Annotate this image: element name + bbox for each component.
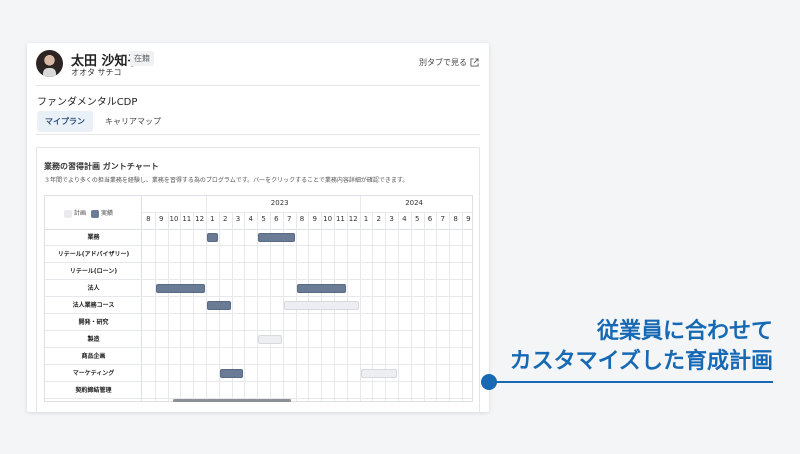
year-label: 2024 — [405, 199, 424, 207]
row-label: 開発・研究 — [78, 319, 109, 326]
callout-pointer-line — [489, 381, 773, 383]
month-label: 8 — [299, 215, 305, 223]
legend: 計画 実績 — [64, 208, 113, 218]
row-label: 契約締結管理 — [75, 387, 112, 394]
month-label: 10 — [169, 215, 179, 223]
month-label: 12 — [195, 215, 205, 223]
month-label: 3 — [389, 215, 394, 223]
month-label: 4 — [402, 215, 407, 223]
program-title: ファンダメンタルCDP — [37, 97, 138, 108]
month-label: 11 — [335, 215, 345, 223]
month-label: 5 — [261, 215, 266, 223]
tab-my-plan[interactable]: マイプラン — [37, 111, 93, 132]
month-label: 5 — [414, 215, 420, 223]
row-label: 法人業務コース — [72, 302, 115, 309]
actual-bar[interactable] — [219, 369, 244, 378]
gantt-title: 業務の習得計画 ガントチャート — [44, 162, 159, 171]
row-label: 商品企画 — [81, 353, 106, 360]
plan-bar[interactable] — [283, 301, 359, 310]
gantt-description: ３年間でより多くの担当業務を経験し、業務を習得する為のプログラムです。バーをクリ… — [44, 177, 409, 184]
external-link-icon — [470, 58, 479, 67]
status-badge: 在籍 — [130, 51, 154, 66]
callout-line-1: 従業員に合わせて — [596, 319, 773, 344]
month-label: 10 — [323, 215, 333, 223]
employee-card: 太田 沙知子 在籍 オオタ サチコ 別タブで見る ファンダメンタルCDP マイプ… — [27, 43, 489, 412]
month-label: 2 — [222, 215, 228, 223]
month-label: 7 — [440, 215, 446, 223]
legend-actual-label: 実績 — [101, 210, 114, 217]
divider — [36, 85, 480, 86]
month-label: 6 — [274, 215, 279, 223]
divider — [36, 134, 480, 135]
tab-career-map[interactable]: キャリアマップ — [97, 111, 169, 132]
month-label: 12 — [348, 215, 358, 223]
avatar — [36, 50, 63, 77]
month-label: 6 — [427, 215, 433, 223]
month-label: 9 — [466, 215, 471, 223]
actual-bar[interactable] — [207, 301, 231, 310]
row-label: リテール(アドバイザリー) — [57, 251, 130, 258]
legend-actual: 実績 — [91, 208, 113, 218]
month-label: 1 — [210, 215, 215, 223]
callout-line-2: カスタマイズした育成計画 — [509, 349, 773, 374]
tab-bar: マイプラン キャリアマップ — [37, 111, 169, 132]
actual-bar[interactable] — [258, 233, 295, 242]
month-label: 9 — [312, 215, 318, 223]
month-label: 1 — [363, 215, 369, 223]
month-label: 2 — [376, 215, 382, 223]
row-label: 法人 — [87, 285, 100, 292]
gantt-panel: 業務の習得計画 ガントチャート ３年間でより多くの担当業務を経験し、業務を習得す… — [36, 147, 480, 412]
actual-bar[interactable] — [155, 284, 205, 293]
plan-bar[interactable] — [360, 369, 397, 378]
legend-plan: 計画 — [64, 208, 86, 218]
open-tab-label: 別タブで見る — [419, 58, 467, 67]
actual-bar[interactable] — [296, 284, 346, 293]
year-label: 2023 — [270, 199, 289, 207]
month-label: 8 — [146, 215, 151, 223]
row-label: リテール(ローン) — [69, 268, 118, 275]
employee-kana: オオタ サチコ — [71, 68, 122, 77]
plan-bar[interactable] — [258, 335, 282, 344]
month-label: 3 — [235, 215, 241, 223]
row-label: 製造 — [87, 336, 100, 343]
actual-bar[interactable] — [207, 233, 218, 242]
horizontal-scrollbar[interactable] — [173, 399, 291, 402]
legend-plan-label: 計画 — [74, 210, 87, 217]
open-in-new-tab-link[interactable]: 別タブで見る — [419, 57, 479, 68]
gantt-chart: 計画 実績 2023 2024 8 9 10 11 12 1 2 3 4 5 6 7 8 9 10 11 12 1 2 3… — [44, 195, 473, 402]
month-label: 4 — [248, 215, 254, 223]
month-label: 11 — [182, 215, 192, 223]
month-label: 9 — [158, 215, 164, 223]
month-label: 7 — [286, 215, 292, 223]
row-label: マーケティング — [72, 370, 115, 377]
row-label: 業務 — [87, 234, 100, 241]
actual-swatch — [91, 209, 100, 218]
plan-swatch — [64, 209, 72, 218]
callout-pointer-dot — [481, 374, 497, 390]
month-label: 8 — [453, 215, 458, 223]
